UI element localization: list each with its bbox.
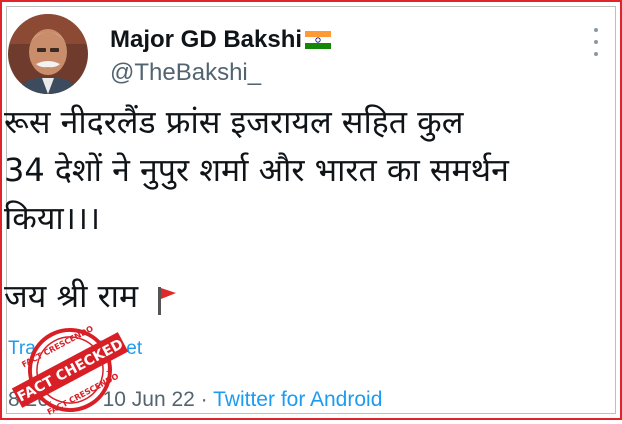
tweet-signoff-line: जय श्री राम	[4, 272, 604, 320]
author-display-name[interactable]: Major GD Bakshi	[110, 26, 302, 54]
tweet-text: रूस नीदरलैंड फ्रांस इजरायल सहित कुल 34 द…	[4, 98, 604, 320]
tweet-line: किया।।।	[4, 199, 101, 237]
author-name-row: Major GD Bakshi	[110, 26, 332, 54]
fact-checked-stamp: FACT CRESCENDO FACT CHECKED FACT CRESCEN…	[6, 320, 134, 420]
avatar[interactable]	[8, 14, 88, 94]
indian-flag-icon	[305, 31, 332, 49]
meta-separator: ·	[200, 388, 208, 411]
red-flag-icon	[156, 282, 178, 315]
tweet-source[interactable]: Twitter for Android	[213, 388, 382, 411]
tweet-line: जय श्री राम	[4, 277, 139, 315]
more-options-icon[interactable]	[586, 28, 606, 56]
tweet-line: रूस नीदरलैंड फ्रांस इजरायल सहित कुल	[4, 103, 464, 141]
author-handle[interactable]: @TheBakshi_	[110, 59, 261, 87]
tweet-line: 34 देशों ने नुपुर शर्मा और भारत का समर्थ…	[4, 151, 509, 189]
